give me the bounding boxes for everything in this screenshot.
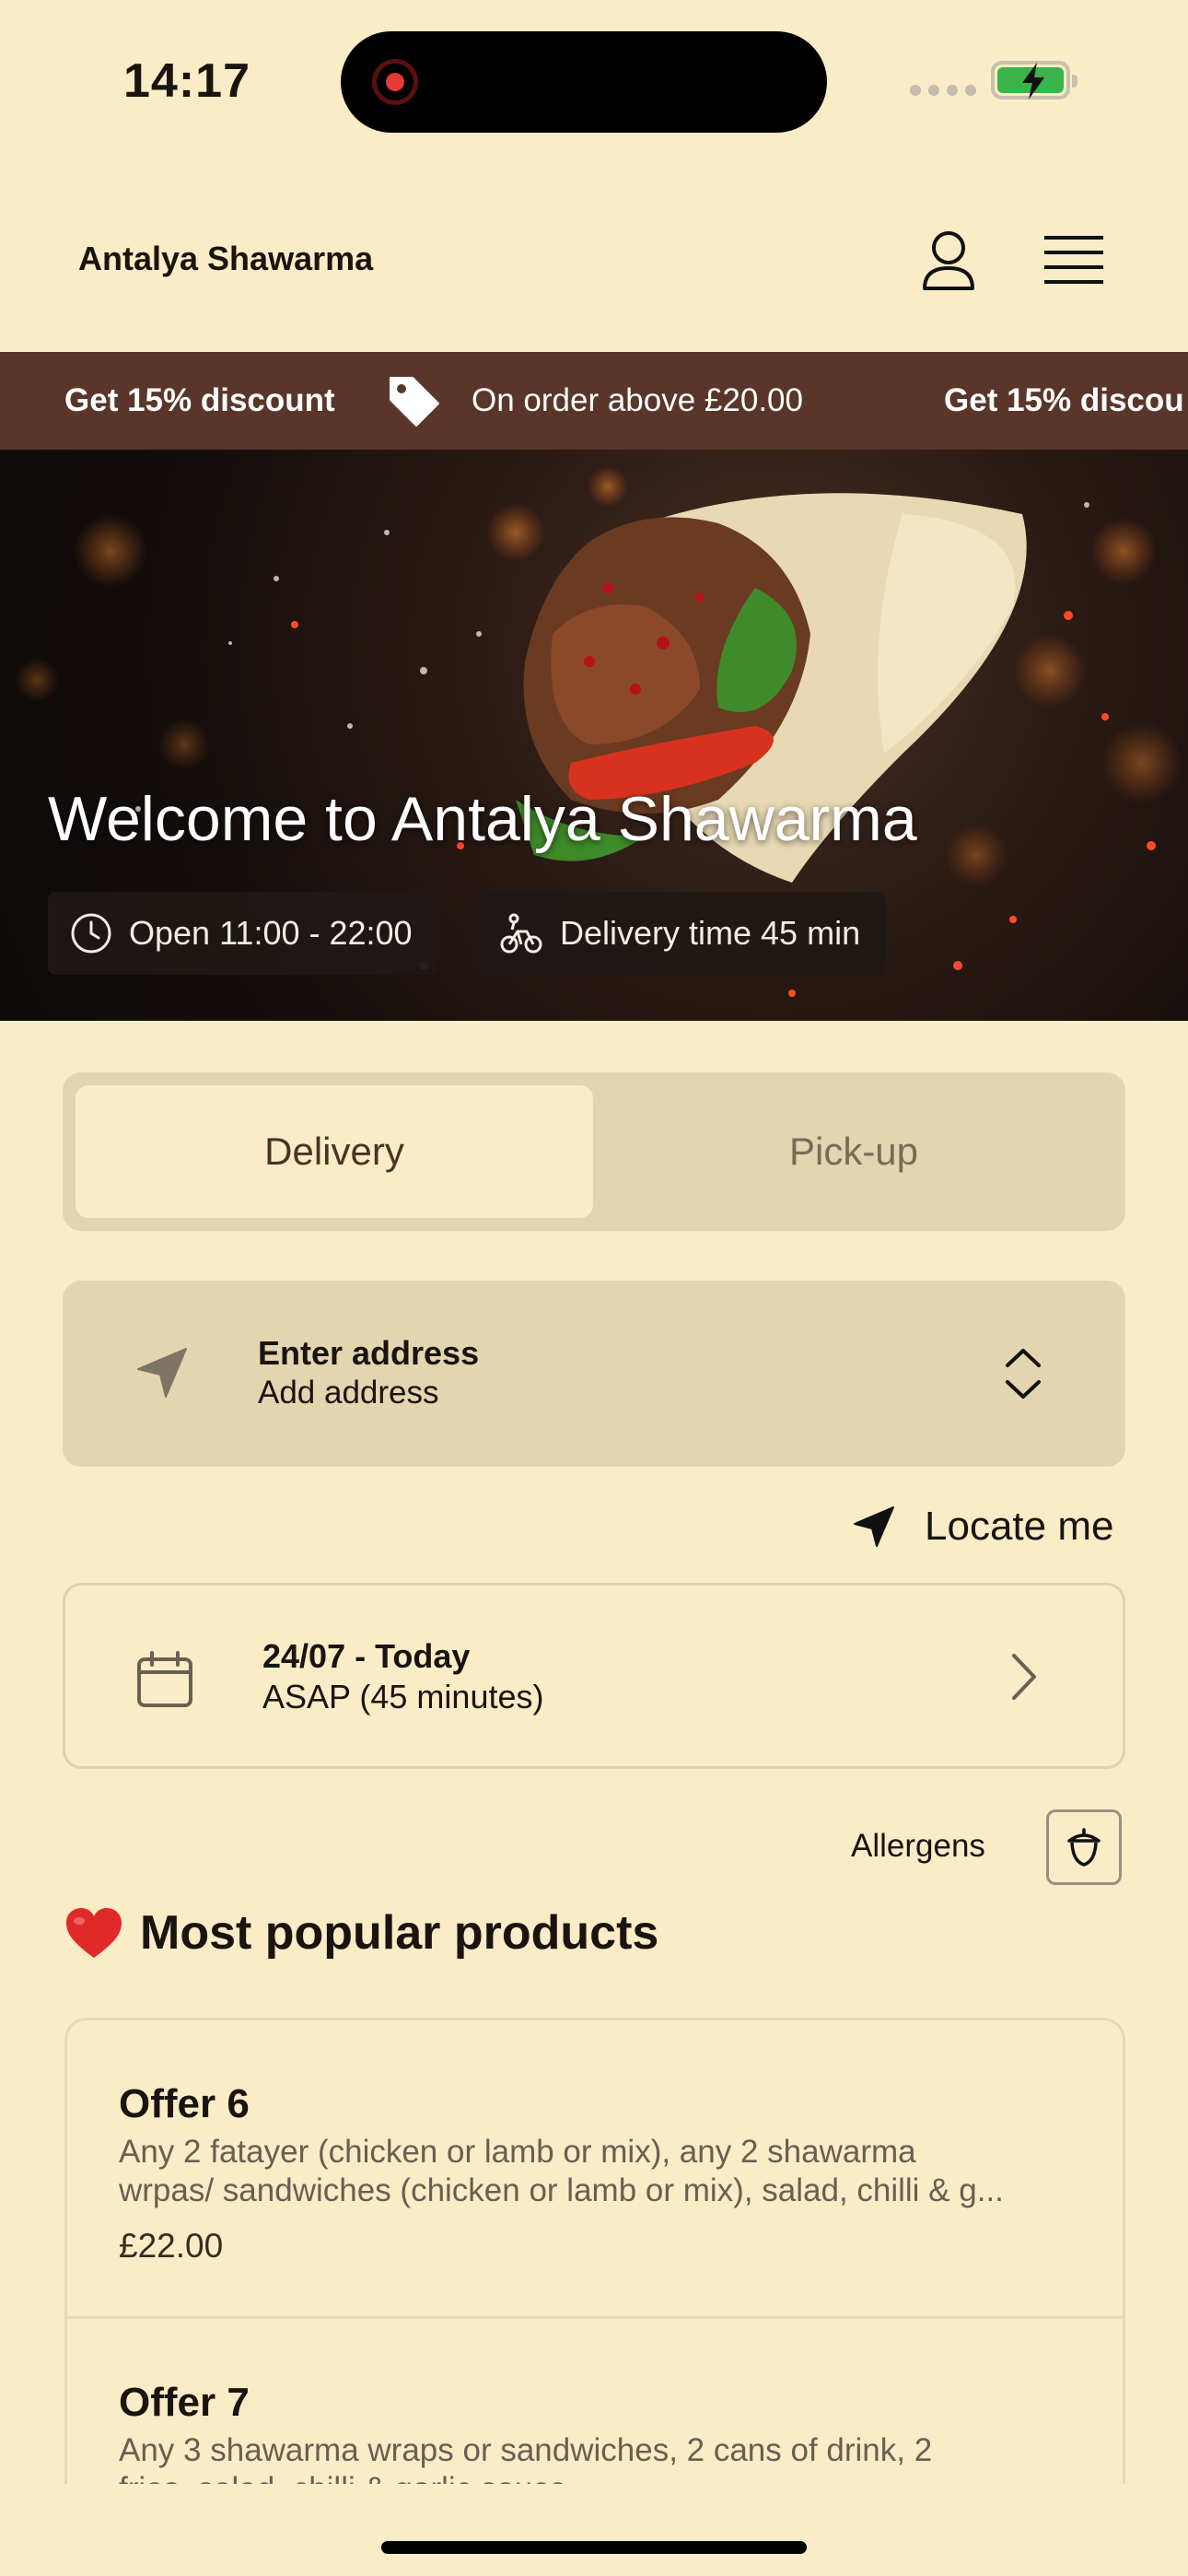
delivery-time-text: Delivery time 45 min — [560, 914, 861, 952]
popular-products-heading: Most popular products — [140, 1906, 659, 1960]
location-arrow-icon — [137, 1348, 187, 1398]
battery-icon — [991, 61, 1077, 100]
product-description-line: fries, salad, chilli & garlic sauce — [119, 2470, 1095, 2484]
promo-bold-text: Get 15% discount — [64, 382, 335, 418]
product-description-line: Any 3 shawarma wraps or sandwiches, 2 ca… — [119, 2432, 933, 2468]
account-button[interactable] — [912, 223, 985, 297]
chevron-up-down-icon — [1006, 1349, 1041, 1399]
status-bar: 14:17 — [0, 0, 1188, 166]
opening-hours-chip: Open 11:00 - 22:00 — [48, 892, 438, 975]
locate-me-button[interactable]: Locate me — [853, 1494, 1113, 1559]
signal-icon — [910, 85, 976, 96]
dynamic-island — [341, 31, 827, 133]
calendar-icon — [137, 1651, 192, 1707]
menu-icon — [1044, 236, 1103, 284]
app-header: Antalya Shawarma — [0, 203, 1188, 350]
product-description-line: wrpas/ sandwiches (chicken or lamb or mi… — [119, 2172, 1004, 2208]
address-selector[interactable]: Enter address Add address — [63, 1281, 1125, 1467]
address-title: Enter address — [258, 1334, 480, 1372]
product-description: Any 3 shawarma wraps or sandwiches, 2 ca… — [119, 2431, 1095, 2484]
locate-me-label: Locate me — [925, 1504, 1114, 1549]
clock-icon — [71, 913, 111, 954]
home-indicator[interactable] — [381, 2541, 807, 2554]
user-icon — [923, 231, 974, 290]
schedule-time: ASAP (45 minutes) — [262, 1678, 544, 1715]
heart-emoji — [66, 1908, 122, 1958]
tab-pickup[interactable]: Pick-up — [595, 1085, 1112, 1218]
recording-indicator-icon — [372, 59, 418, 105]
order-type-toggle: Delivery Pick-up — [63, 1072, 1125, 1231]
promo-text: On order above £20.00 — [472, 382, 803, 418]
status-time: 14:17 — [123, 54, 250, 108]
product-description: Any 2 fatayer (chicken or lamb or mix), … — [119, 2133, 1095, 2210]
schedule-selector[interactable]: 24/07 - Today ASAP (45 minutes) — [63, 1583, 1125, 1769]
chevron-right-icon — [1012, 1654, 1036, 1700]
tab-delivery[interactable]: Delivery — [76, 1085, 593, 1218]
product-card[interactable]: Offer 6 Any 2 fatayer (chicken or lamb o… — [67, 2020, 1123, 2319]
hero-title: Welcome to Antalya Shawarma — [48, 784, 917, 854]
address-subtitle: Add address — [258, 1375, 439, 1411]
product-description-line: Any 2 fatayer (chicken or lamb or mix), … — [119, 2134, 916, 2170]
restaurant-name[interactable]: Antalya Shawarma — [78, 240, 373, 278]
product-name: Offer 6 — [119, 2081, 250, 2126]
schedule-date: 24/07 - Today — [262, 1637, 471, 1675]
promo-banner: Get 15% discount On order above £20.00 G… — [0, 352, 1188, 450]
product-card[interactable]: Offer 7 Any 3 shawarma wraps or sandwich… — [67, 2319, 1123, 2484]
tag-icon — [390, 377, 439, 427]
delivery-time-chip: Delivery time 45 min — [477, 892, 887, 975]
product-price: £22.00 — [119, 2227, 224, 2265]
product-list: Offer 6 Any 2 fatayer (chicken or lamb o… — [64, 2018, 1125, 2484]
product-name: Offer 7 — [119, 2380, 250, 2425]
location-arrow-icon — [854, 1506, 894, 1547]
hero-banner: Welcome to Antalya Shawarma Open 11:00 -… — [0, 450, 1188, 1021]
menu-button[interactable] — [1037, 223, 1111, 297]
promo-bold-text: Get 15% discou — [944, 382, 1184, 418]
popular-products-title: Most popular products — [64, 1905, 658, 1961]
allergens-label[interactable]: Allergens — [851, 1828, 985, 1865]
opening-hours-text: Open 11:00 - 22:00 — [129, 914, 413, 952]
acorn-icon — [1067, 1828, 1101, 1867]
allergens-button[interactable] — [1046, 1809, 1122, 1885]
bike-icon — [500, 913, 542, 954]
